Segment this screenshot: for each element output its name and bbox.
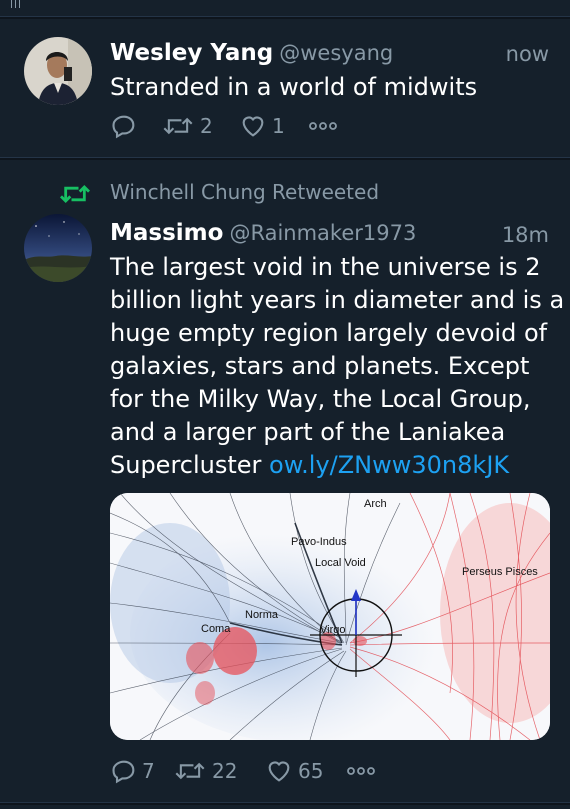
reply-icon bbox=[112, 760, 135, 784]
reply-icon bbox=[112, 115, 135, 139]
more-options-button[interactable] bbox=[346, 765, 376, 777]
reply-button[interactable]: 7 bbox=[110, 757, 174, 785]
region-label-perseus-pisces: Perseus Pisces bbox=[462, 566, 538, 578]
tweet-text-line: and a larger part of the Laniakea bbox=[110, 418, 506, 446]
retweet-icon bbox=[175, 762, 205, 780]
region-label-coma: Coma bbox=[201, 623, 231, 635]
retweet-button[interactable]: 22 bbox=[174, 757, 264, 785]
region-label-virgo: Virgo bbox=[320, 624, 345, 636]
like-count: 1 bbox=[272, 114, 285, 138]
tweet-text-line: galaxies, stars and planets. Except bbox=[110, 352, 530, 380]
tweet-media-image[interactable]: Arch Pavo-Indus Local Void Perseus Pisce… bbox=[110, 493, 550, 740]
retweet-icon bbox=[60, 185, 90, 203]
tweet-text: Stranded in a world of midwits bbox=[110, 73, 478, 101]
tweet-text-line: huge empty region largely devoid of bbox=[110, 319, 548, 347]
region-label-pavo-indus: Pavo-Indus bbox=[291, 536, 347, 548]
tweet-text-line: for the Milky Way, the Local Group, bbox=[110, 385, 531, 413]
tweet-wesley-yang[interactable]: Wesley Yang @wesyang now Stranded in a wo… bbox=[0, 18, 570, 158]
avatar[interactable] bbox=[24, 214, 92, 282]
author-handle[interactable]: @Rainmaker1973 bbox=[229, 221, 416, 245]
tweet-text-line: billion light years in diameter and is a bbox=[110, 286, 565, 314]
author-name[interactable]: Wesley Yang bbox=[110, 40, 273, 66]
more-dots-icon bbox=[347, 767, 375, 775]
like-button[interactable]: 1 bbox=[238, 112, 308, 140]
more-options-button[interactable] bbox=[308, 120, 338, 132]
tweet-actions: 7 22 65 bbox=[110, 757, 376, 785]
timestamp[interactable]: now bbox=[506, 42, 549, 66]
region-label-arch: Arch bbox=[364, 498, 387, 510]
tweet-link[interactable]: ow.ly/ZNww30n8kJK bbox=[269, 451, 509, 479]
retweeted-by-label[interactable]: Winchell Chung Retweeted bbox=[110, 180, 379, 204]
author-handle[interactable]: @wesyang bbox=[279, 41, 393, 65]
like-count: 65 bbox=[298, 759, 324, 783]
heart-icon bbox=[242, 116, 264, 137]
retweet-count: 2 bbox=[200, 114, 213, 138]
like-button[interactable]: 65 bbox=[264, 757, 346, 785]
region-label-local-void: Local Void bbox=[315, 557, 366, 569]
more-dots-icon bbox=[309, 122, 337, 130]
heart-icon bbox=[268, 761, 290, 782]
retweet-count: 22 bbox=[212, 759, 238, 783]
retweet-icon bbox=[163, 117, 193, 135]
tweet-text-line: The largest void in the universe is 2 bbox=[110, 253, 541, 281]
menu-indicator-icon bbox=[11, 0, 23, 8]
reply-count: 7 bbox=[142, 759, 155, 783]
divider bbox=[0, 802, 570, 805]
author-name[interactable]: Massimo bbox=[110, 220, 223, 246]
timestamp[interactable]: 18m bbox=[502, 223, 549, 247]
region-label-norma: Norma bbox=[245, 609, 279, 621]
reply-button[interactable] bbox=[110, 112, 162, 140]
tweet-text-line: Supercluster bbox=[110, 451, 262, 479]
tweet-text: The largest void in the universe is 2 bi… bbox=[110, 251, 565, 482]
avatar[interactable] bbox=[24, 37, 92, 105]
retweet-button[interactable]: 2 bbox=[162, 112, 238, 140]
tweet-actions: 2 1 bbox=[110, 112, 338, 140]
